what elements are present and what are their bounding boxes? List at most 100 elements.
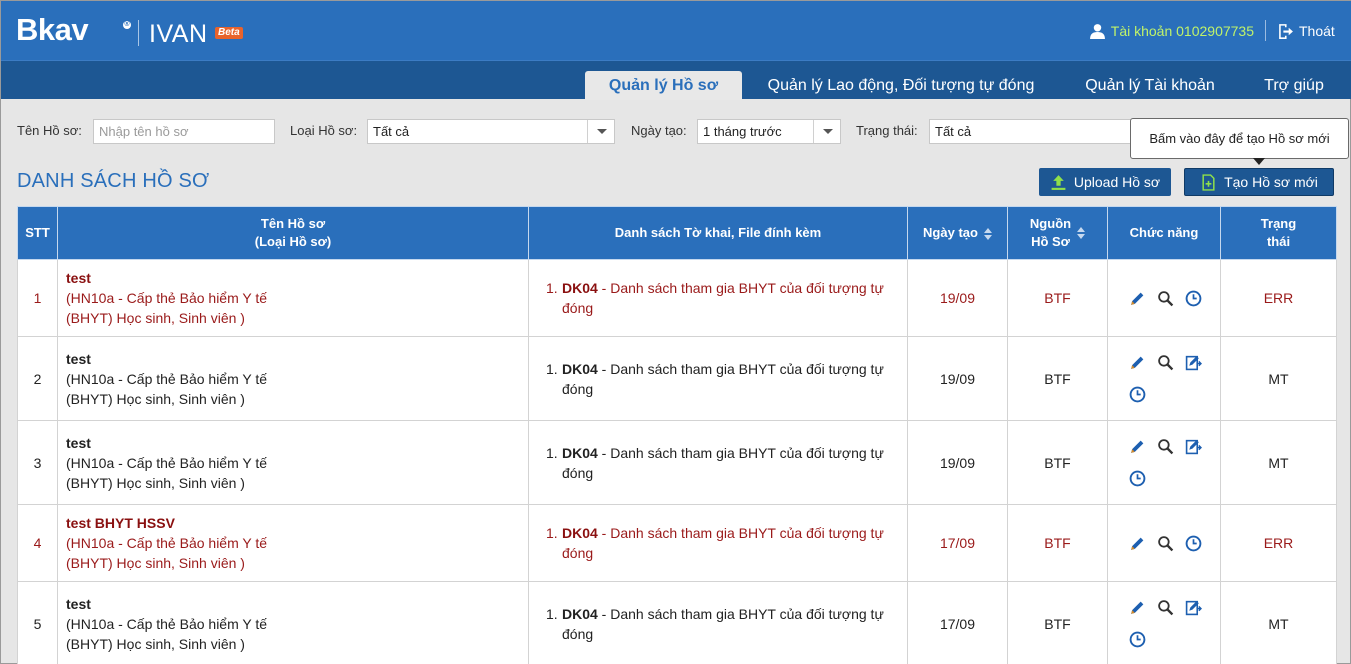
status-filter-label: Trạng thái: xyxy=(856,123,918,138)
pencil-icon[interactable] xyxy=(1129,599,1146,616)
logout-icon xyxy=(1279,23,1293,39)
doc-list-item[interactable]: 1. DK04 - Danh sách tham gia BHYT của đố… xyxy=(546,523,907,563)
pencil-icon[interactable] xyxy=(1129,354,1146,371)
type-filter-value: Tất cả xyxy=(373,124,410,139)
date-filter-select[interactable]: 1 tháng trước xyxy=(697,119,841,144)
account-link[interactable]: Tài khoản 0102907735 xyxy=(1089,22,1254,40)
logout-label: Thoát xyxy=(1299,23,1335,39)
clock-icon[interactable] xyxy=(1129,386,1146,403)
tab-quan-ly-tai-khoan[interactable]: Quản lý Tài khoản xyxy=(1074,71,1226,100)
row-source: BTF xyxy=(1007,504,1108,582)
upload-button[interactable]: Upload Hồ sơ xyxy=(1039,168,1171,196)
pencil-icon[interactable] xyxy=(1129,438,1146,455)
upload-icon xyxy=(1051,174,1066,190)
doc-code: DK04 xyxy=(562,280,598,296)
doc-num: 1. xyxy=(546,444,558,461)
registered-mark: ® xyxy=(123,21,131,29)
clock-icon[interactable] xyxy=(1185,535,1202,552)
chevron-down-icon[interactable] xyxy=(587,120,614,143)
new-file-icon xyxy=(1202,173,1215,191)
date-filter-label: Ngày tạo: xyxy=(631,123,687,138)
col-header-source-line2: Hồ Sơ xyxy=(1031,234,1070,249)
doc-num: 1. xyxy=(546,605,558,622)
row-functions xyxy=(1107,504,1221,582)
row-source: BTF xyxy=(1007,581,1108,664)
pencil-icon[interactable] xyxy=(1129,535,1146,552)
sort-icon[interactable] xyxy=(1077,227,1086,239)
row-date: 17/09 xyxy=(907,581,1008,664)
tab-tro-giup[interactable]: Trợ giúp xyxy=(1253,71,1335,100)
clock-icon[interactable] xyxy=(1129,631,1146,648)
doc-text-line1: - Danh sách tham gia BHYT của đối tượng … xyxy=(597,525,884,541)
row-type-line2: (BHYT) Học sinh, Sinh viên ) xyxy=(66,310,245,326)
row-name-cell: test (HN10a - Cấp thẻ Bảo hiểm Y tế (BHY… xyxy=(57,336,529,421)
col-header-source[interactable]: Nguồn Hồ Sơ xyxy=(1007,206,1108,260)
doc-list-item[interactable]: 1. DK04 - Danh sách tham gia BHYT của đố… xyxy=(546,604,907,644)
name-filter-input[interactable] xyxy=(93,119,275,144)
app-header: Bkav ® IVAN Beta Tài khoản 0102907735 Th… xyxy=(1,1,1351,60)
row-docs-cell: 1. DK04 - Danh sách tham gia BHYT của đố… xyxy=(528,504,908,582)
edit-export-icon[interactable] xyxy=(1185,438,1202,455)
table-row[interactable]: 4 test BHYT HSSV (HN10a - Cấp thẻ Bảo hi… xyxy=(17,504,1337,582)
row-name-cell: test BHYT HSSV (HN10a - Cấp thẻ Bảo hiểm… xyxy=(57,504,529,582)
tab-quan-ly-lao-dong[interactable]: Quản lý Lao động, Đối tượng tự đóng xyxy=(757,71,1045,100)
tab-quan-ly-ho-so[interactable]: Quản lý Hồ sơ xyxy=(585,71,742,100)
edit-export-icon[interactable] xyxy=(1185,354,1202,371)
row-name: test xyxy=(66,270,91,286)
row-type-line1: (HN10a - Cấp thẻ Bảo hiểm Y tế xyxy=(66,454,268,471)
edit-export-icon[interactable] xyxy=(1185,599,1202,616)
doc-list-item[interactable]: 1. DK04 - Danh sách tham gia BHYT của đố… xyxy=(546,359,907,399)
create-button[interactable]: Tạo Hồ sơ mới xyxy=(1184,168,1334,196)
doc-list-item[interactable]: 1. DK04 - Danh sách tham gia BHYT của đố… xyxy=(546,443,907,483)
doc-code: DK04 xyxy=(562,360,598,377)
row-docs-cell: 1. DK04 - Danh sách tham gia BHYT của đố… xyxy=(528,420,908,505)
row-stt: 4 xyxy=(17,504,58,582)
doc-text-line2: đóng xyxy=(562,545,594,561)
clock-icon[interactable] xyxy=(1129,470,1146,487)
magnifier-icon[interactable] xyxy=(1157,599,1174,616)
col-header-stt: STT xyxy=(17,206,58,260)
row-docs-cell: 1. DK04 - Danh sách tham gia BHYT của đố… xyxy=(528,336,908,421)
row-status: MT xyxy=(1220,420,1337,505)
bkav-logo[interactable]: Bkav xyxy=(16,13,89,47)
header-separator xyxy=(1265,20,1266,41)
table-row[interactable]: 3 test (HN10a - Cấp thẻ Bảo hiểm Y tế (B… xyxy=(17,420,1337,505)
col-header-date-label: Ngày tạo xyxy=(923,225,978,240)
row-type-line1: (HN10a - Cấp thẻ Bảo hiểm Y tế xyxy=(66,535,268,551)
row-name: test xyxy=(66,350,91,367)
upload-label: Upload Hồ sơ xyxy=(1073,174,1161,190)
row-source: BTF xyxy=(1007,259,1108,337)
row-functions xyxy=(1107,259,1221,337)
table-row[interactable]: 5 test (HN10a - Cấp thẻ Bảo hiểm Y tế (B… xyxy=(17,581,1337,664)
sort-icon[interactable] xyxy=(983,227,992,240)
type-filter-select[interactable]: Tất cả xyxy=(367,119,615,144)
logout-button[interactable]: Thoát xyxy=(1277,22,1335,40)
doc-text-line2: đóng xyxy=(562,625,594,642)
clock-icon[interactable] xyxy=(1185,290,1202,307)
doc-text-line1: - Danh sách tham gia BHYT của đối tượng … xyxy=(597,280,884,296)
table-header-row: STT Tên Hồ sơ (Loại Hồ sơ) Danh sách Tờ … xyxy=(17,206,1337,260)
magnifier-icon[interactable] xyxy=(1157,354,1174,371)
doc-text-line1: - Danh sách tham gia BHYT của đối tượng … xyxy=(597,444,884,461)
table-row[interactable]: 1 test (HN10a - Cấp thẻ Bảo hiểm Y tế (B… xyxy=(17,259,1337,337)
pencil-icon[interactable] xyxy=(1129,290,1146,307)
magnifier-icon[interactable] xyxy=(1157,290,1174,307)
magnifier-icon[interactable] xyxy=(1157,438,1174,455)
row-status: MT xyxy=(1220,336,1337,421)
row-stt: 5 xyxy=(17,581,58,664)
row-type-line1: (HN10a - Cấp thẻ Bảo hiểm Y tế xyxy=(66,615,268,632)
row-functions xyxy=(1107,581,1221,664)
col-header-docs: Danh sách Tờ khai, File đính kèm xyxy=(528,206,908,260)
row-stt: 2 xyxy=(17,336,58,421)
magnifier-icon[interactable] xyxy=(1157,535,1174,552)
doc-num: 1. xyxy=(546,360,558,377)
row-name: test BHYT HSSV xyxy=(66,515,175,531)
date-filter-value: 1 tháng trước xyxy=(703,124,782,139)
status-filter-select[interactable]: Tất cả xyxy=(929,119,1139,144)
ho-so-table: STT Tên Hồ sơ (Loại Hồ sơ) Danh sách Tờ … xyxy=(17,206,1337,664)
chevron-down-icon[interactable] xyxy=(813,120,840,143)
doc-text-line1: - Danh sách tham gia BHYT của đối tượng … xyxy=(597,360,884,377)
doc-list-item[interactable]: 1. DK04 - Danh sách tham gia BHYT của đố… xyxy=(546,278,907,318)
table-row[interactable]: 2 test (HN10a - Cấp thẻ Bảo hiểm Y tế (B… xyxy=(17,336,1337,421)
col-header-date[interactable]: Ngày tạo xyxy=(907,206,1008,260)
